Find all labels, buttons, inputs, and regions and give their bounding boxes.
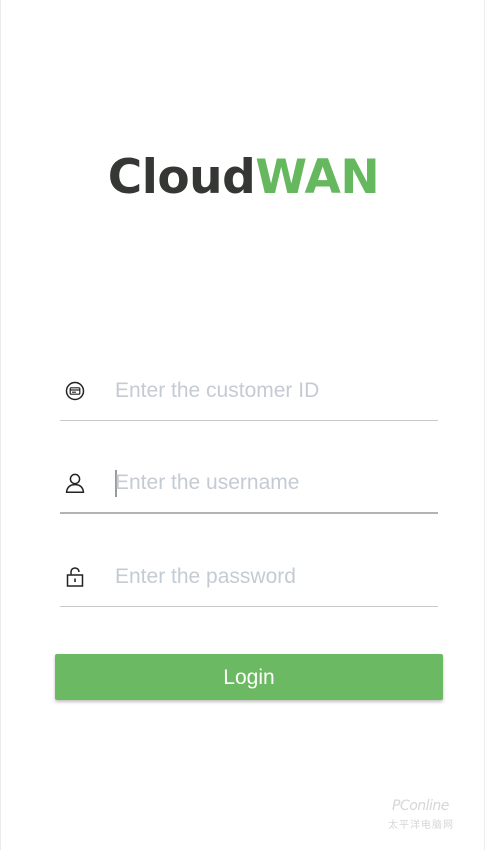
login-screen: CloudWAN Enter the customer ID Enter the… [0,0,485,850]
lock-icon [64,566,86,588]
logo-text-wan: WAN [255,150,380,205]
id-card-icon [64,380,86,402]
user-icon [64,472,86,494]
watermark-subtext: 太平洋电脑网 [388,820,454,831]
username-input[interactable] [115,466,435,500]
app-logo: CloudWAN [1,148,485,208]
customer-id-input[interactable] [115,374,435,408]
logo-text-cloud: Cloud [107,150,256,205]
customer-id-field[interactable] [60,370,438,421]
username-field[interactable] [60,462,438,514]
login-button[interactable]: Login [55,654,443,700]
password-input[interactable] [115,560,435,594]
watermark: PConline 太平洋电脑网 [386,796,466,831]
watermark-text: PConline [392,798,449,814]
password-field[interactable] [60,556,438,607]
